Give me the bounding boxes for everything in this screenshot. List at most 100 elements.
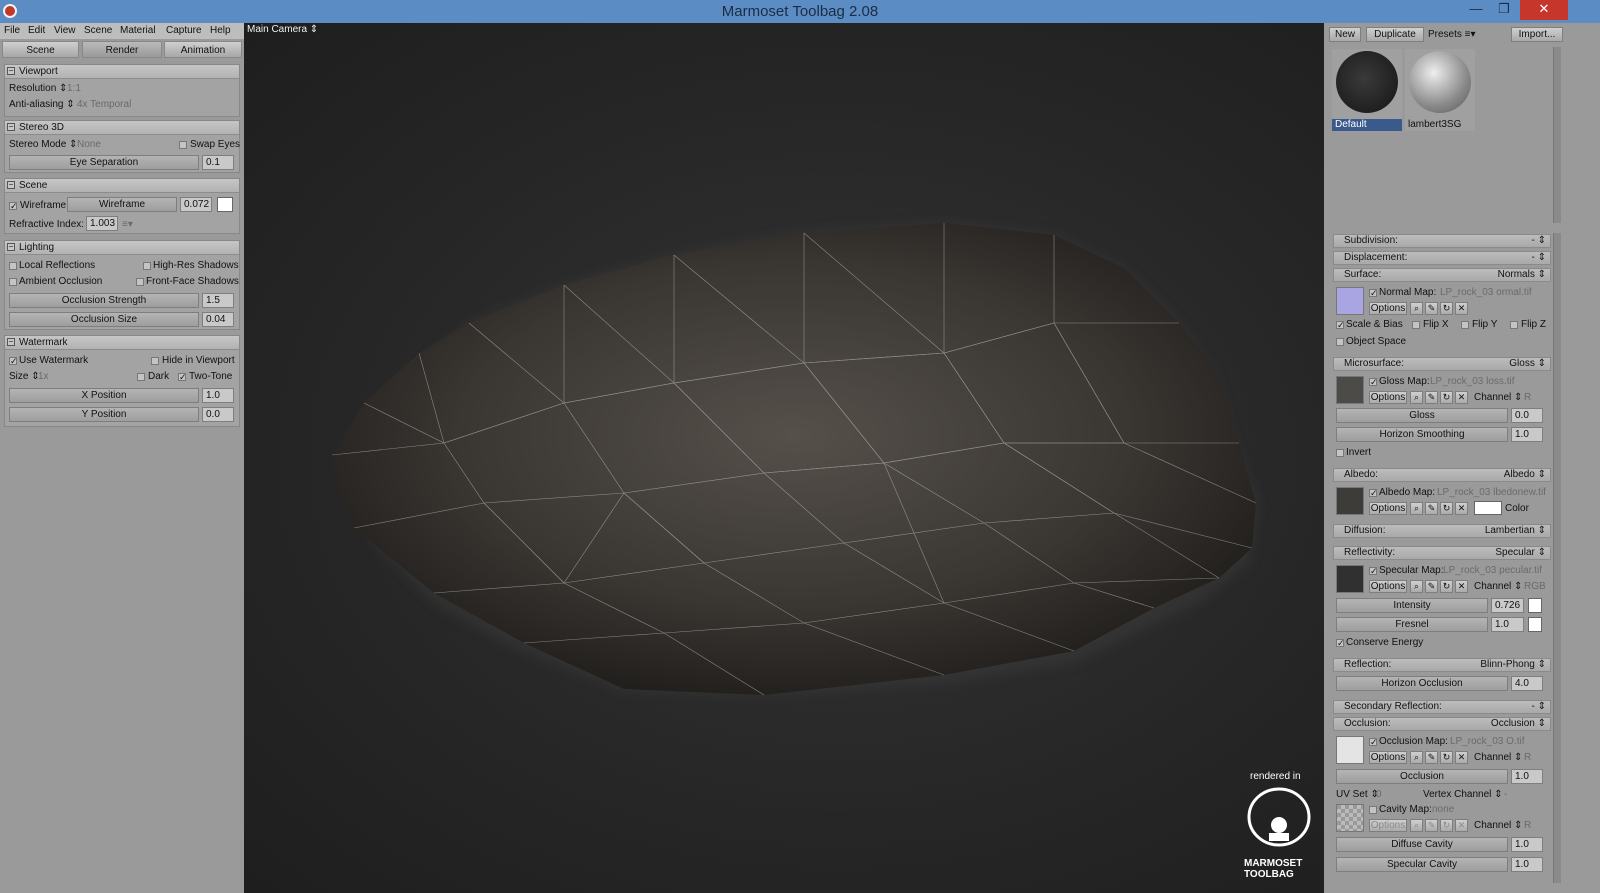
- collapse-icon[interactable]: −: [7, 243, 15, 251]
- maximize-button[interactable]: ❐: [1492, 0, 1516, 20]
- menu-scene[interactable]: Scene: [84, 25, 112, 36]
- collapse-icon[interactable]: −: [7, 67, 15, 75]
- cavity-channel-label[interactable]: Channel ⇕: [1474, 820, 1522, 831]
- object-space-checkbox[interactable]: [1336, 338, 1344, 346]
- reload-icon[interactable]: ↻: [1440, 391, 1453, 404]
- lighting-section-header[interactable]: − Lighting: [5, 241, 239, 255]
- diffuse-cavity-field[interactable]: 1.0: [1511, 837, 1543, 852]
- specular-options-button[interactable]: Options: [1369, 580, 1407, 593]
- occlusion-section[interactable]: Occlusion: Occlusion ⇕: [1333, 717, 1551, 731]
- material-lambert3sg[interactable]: lambert3SG: [1405, 49, 1475, 131]
- collapse-icon[interactable]: −: [7, 123, 15, 131]
- occlusion-field[interactable]: 1.0: [1511, 769, 1543, 784]
- occlusion-channel-label[interactable]: Channel ⇕: [1474, 752, 1522, 763]
- two-tone-checkbox[interactable]: ✓: [178, 373, 187, 382]
- secondary-reflection-section[interactable]: Secondary Reflection: - ⇕: [1333, 700, 1551, 714]
- albedo-map-checkbox[interactable]: ✓: [1369, 489, 1378, 498]
- clear-icon[interactable]: ✕: [1455, 502, 1468, 515]
- albedo-section[interactable]: Albedo: Albedo ⇕: [1333, 468, 1551, 482]
- menu-file[interactable]: File: [4, 25, 20, 36]
- albedo-map-thumbnail[interactable]: [1336, 487, 1364, 515]
- normal-map-checkbox[interactable]: ✓: [1369, 289, 1378, 298]
- reload-icon[interactable]: ↻: [1440, 502, 1453, 515]
- edit-icon[interactable]: ✎: [1425, 751, 1438, 764]
- gloss-field[interactable]: 0.0: [1511, 408, 1543, 423]
- gloss-slider[interactable]: Gloss: [1336, 408, 1508, 423]
- hide-in-viewport-checkbox[interactable]: [151, 357, 159, 365]
- gloss-map-checkbox[interactable]: ✓: [1369, 378, 1378, 387]
- minimize-button[interactable]: —: [1464, 0, 1488, 20]
- edit-icon[interactable]: ✎: [1425, 302, 1438, 315]
- albedo-color-swatch[interactable]: [1474, 501, 1502, 515]
- local-reflections-checkbox[interactable]: [9, 262, 17, 270]
- stereo-mode-value[interactable]: None: [77, 139, 101, 150]
- x-position-slider[interactable]: X Position: [9, 388, 199, 403]
- specular-channel-value[interactable]: RGB: [1524, 581, 1546, 592]
- anti-aliasing-label[interactable]: Anti-aliasing ⇕: [9, 99, 75, 110]
- occlusion-channel-value[interactable]: R: [1524, 752, 1531, 763]
- tab-scene[interactable]: Scene: [2, 41, 79, 58]
- dark-checkbox[interactable]: [137, 373, 145, 381]
- search-icon[interactable]: ⌕: [1410, 819, 1423, 832]
- scale-bias-checkbox[interactable]: ✓: [1336, 321, 1345, 330]
- search-icon[interactable]: ⌕: [1410, 391, 1423, 404]
- gloss-channel-value[interactable]: R: [1524, 392, 1531, 403]
- close-button[interactable]: ✕: [1520, 0, 1568, 20]
- new-button[interactable]: New: [1329, 27, 1361, 42]
- edit-icon[interactable]: ✎: [1425, 819, 1438, 832]
- stereo-section-header[interactable]: − Stereo 3D: [5, 121, 239, 135]
- materials-scrollbar[interactable]: [1553, 47, 1561, 223]
- occlusion-strength-slider[interactable]: Occlusion Strength: [9, 293, 199, 308]
- anti-aliasing-value[interactable]: 4x Temporal: [77, 99, 131, 110]
- collapse-icon[interactable]: −: [7, 181, 15, 189]
- occlusion-slider[interactable]: Occlusion: [1336, 769, 1508, 784]
- vertex-channel-value[interactable]: -: [1504, 789, 1507, 800]
- clear-icon[interactable]: ✕: [1455, 819, 1468, 832]
- search-icon[interactable]: ⌕: [1410, 502, 1423, 515]
- cavity-options-button[interactable]: Options: [1369, 819, 1407, 832]
- wireframe-checkbox[interactable]: ✓: [9, 202, 18, 211]
- surface-section[interactable]: Surface: Normals ⇕: [1333, 268, 1551, 282]
- microsurface-section[interactable]: Microsurface: Gloss ⇕: [1333, 357, 1551, 371]
- reload-icon[interactable]: ↻: [1440, 819, 1453, 832]
- watermark-size-value[interactable]: 1x: [38, 371, 49, 382]
- fresnel-slider[interactable]: Fresnel: [1336, 617, 1488, 632]
- material-default[interactable]: Default: [1332, 49, 1402, 131]
- clear-icon[interactable]: ✕: [1455, 391, 1468, 404]
- normal-map-thumbnail[interactable]: [1336, 287, 1364, 315]
- occlusion-strength-field[interactable]: 1.5: [202, 293, 234, 308]
- conserve-energy-checkbox[interactable]: ✓: [1336, 639, 1345, 648]
- specular-map-thumbnail[interactable]: [1336, 565, 1364, 593]
- eye-separation-field[interactable]: 0.1: [202, 155, 234, 170]
- menu-material[interactable]: Material: [120, 25, 156, 36]
- search-icon[interactable]: ⌕: [1410, 751, 1423, 764]
- clear-icon[interactable]: ✕: [1455, 751, 1468, 764]
- refractive-menu-icon[interactable]: ≡▾: [122, 219, 133, 230]
- flip-y-checkbox[interactable]: [1461, 321, 1469, 329]
- reload-icon[interactable]: ↻: [1440, 751, 1453, 764]
- normal-options-button[interactable]: Options: [1369, 302, 1407, 315]
- edit-icon[interactable]: ✎: [1425, 580, 1438, 593]
- search-icon[interactable]: ⌕: [1410, 580, 1423, 593]
- vertex-channel-label[interactable]: Vertex Channel ⇕: [1423, 789, 1503, 800]
- front-face-shadows-checkbox[interactable]: [136, 278, 144, 286]
- flip-z-checkbox[interactable]: [1510, 321, 1518, 329]
- wireframe-field[interactable]: 0.072: [180, 197, 212, 212]
- ambient-occlusion-checkbox[interactable]: [9, 278, 17, 286]
- menu-help[interactable]: Help: [210, 25, 231, 36]
- reload-icon[interactable]: ↻: [1440, 302, 1453, 315]
- horizon-smoothing-field[interactable]: 1.0: [1511, 427, 1543, 442]
- albedo-options-button[interactable]: Options: [1369, 502, 1407, 515]
- viewport-section-header[interactable]: − Viewport: [5, 65, 239, 79]
- gloss-options-button[interactable]: Options: [1369, 391, 1407, 404]
- swap-eyes-checkbox[interactable]: [179, 141, 187, 149]
- occlusion-size-slider[interactable]: Occlusion Size: [9, 312, 199, 327]
- fresnel-field[interactable]: 1.0: [1491, 617, 1524, 632]
- watermark-size-label[interactable]: Size ⇕: [9, 371, 40, 382]
- fresnel-color-swatch[interactable]: [1528, 617, 1542, 632]
- uv-set-value[interactable]: 0: [1376, 789, 1382, 800]
- occlusion-map-thumbnail[interactable]: [1336, 736, 1364, 764]
- 3d-viewport[interactable]: Main Camera ⇕ rendered in MARMOSET TOOLB…: [244, 23, 1324, 893]
- diffuse-cavity-slider[interactable]: Diffuse Cavity: [1336, 837, 1508, 852]
- presets-menu[interactable]: Presets ≡▾: [1428, 29, 1476, 40]
